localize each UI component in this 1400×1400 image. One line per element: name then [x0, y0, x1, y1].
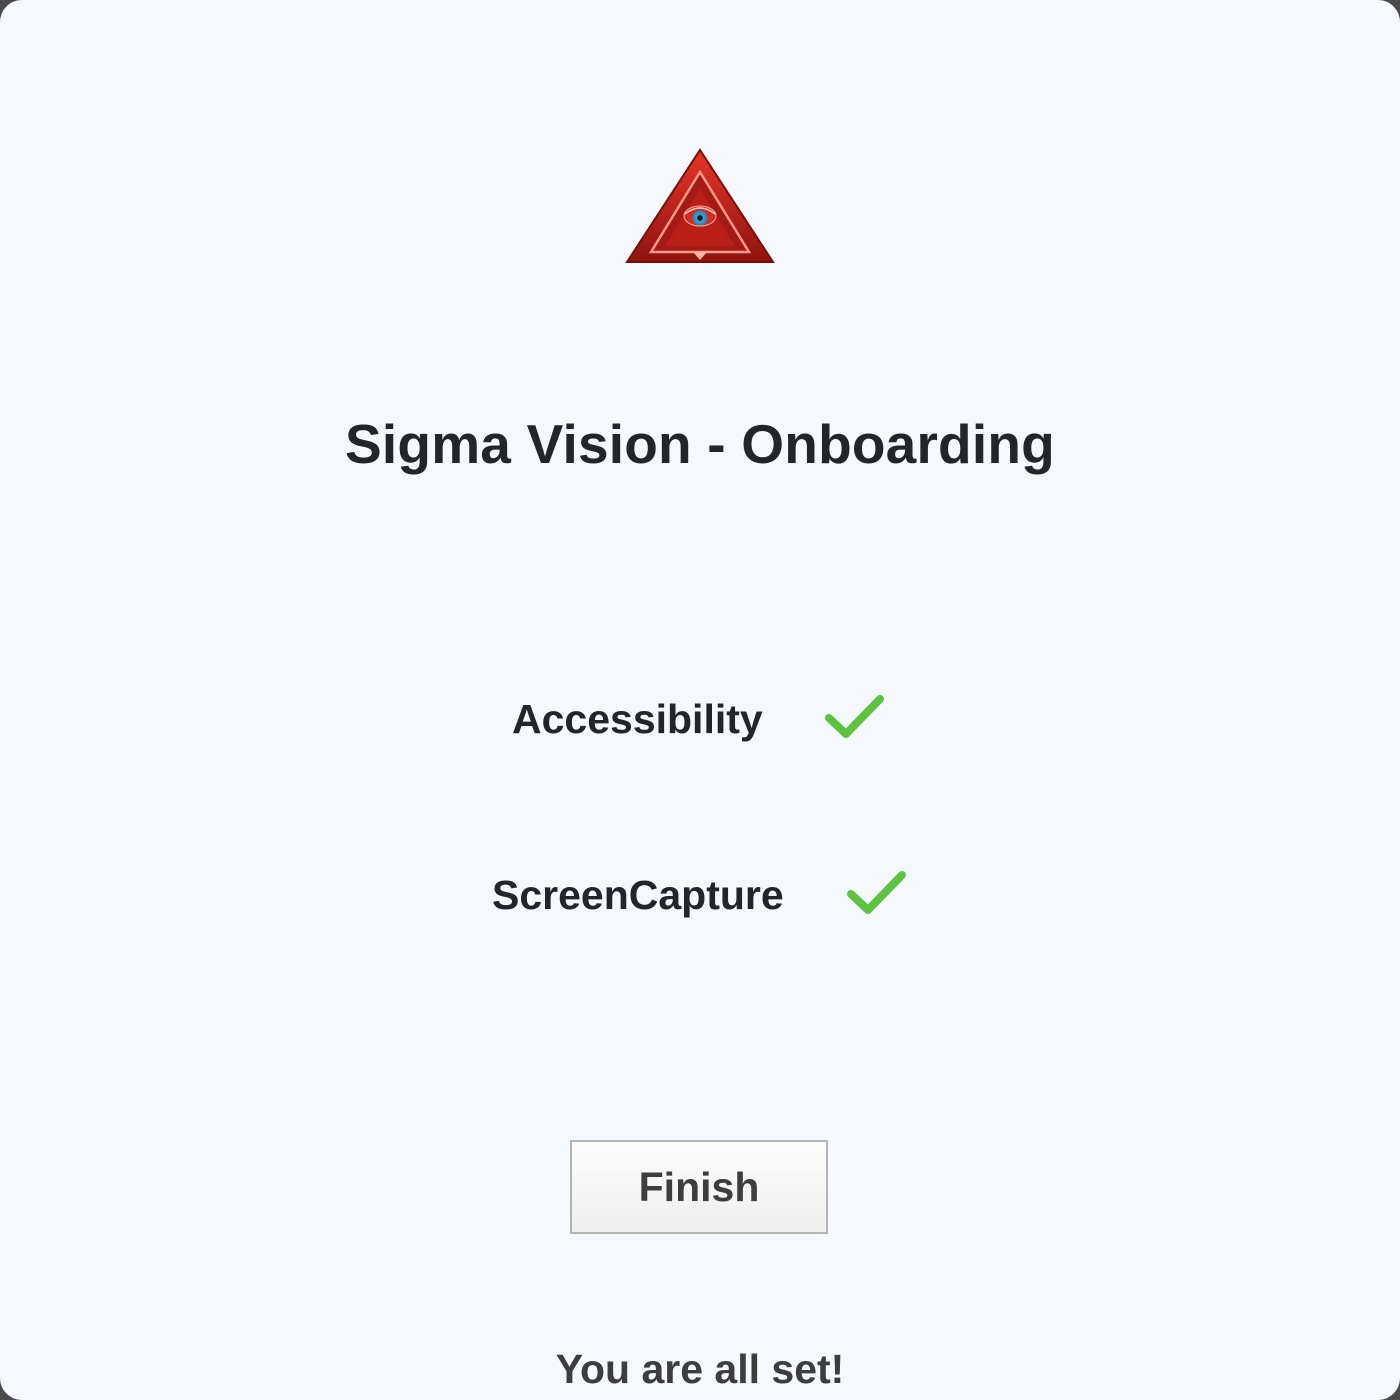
- page-title: Sigma Vision - Onboarding: [345, 413, 1055, 475]
- permission-label: ScreenCapture: [492, 872, 784, 918]
- checkmark-icon: [825, 695, 884, 738]
- status-message: You are all set!: [555, 1346, 845, 1392]
- permission-row-accessibility: Accessibility: [0, 684, 1400, 754]
- onboarding-window: Sigma Vision - Onboarding Accessibility …: [0, 0, 1400, 1400]
- permission-row-screencapture: ScreenCapture: [0, 860, 1400, 930]
- permission-label: Accessibility: [512, 696, 763, 742]
- finish-button[interactable]: Finish: [570, 1140, 828, 1234]
- eye-pyramid-icon: [625, 148, 775, 263]
- checkmark-icon: [847, 871, 906, 914]
